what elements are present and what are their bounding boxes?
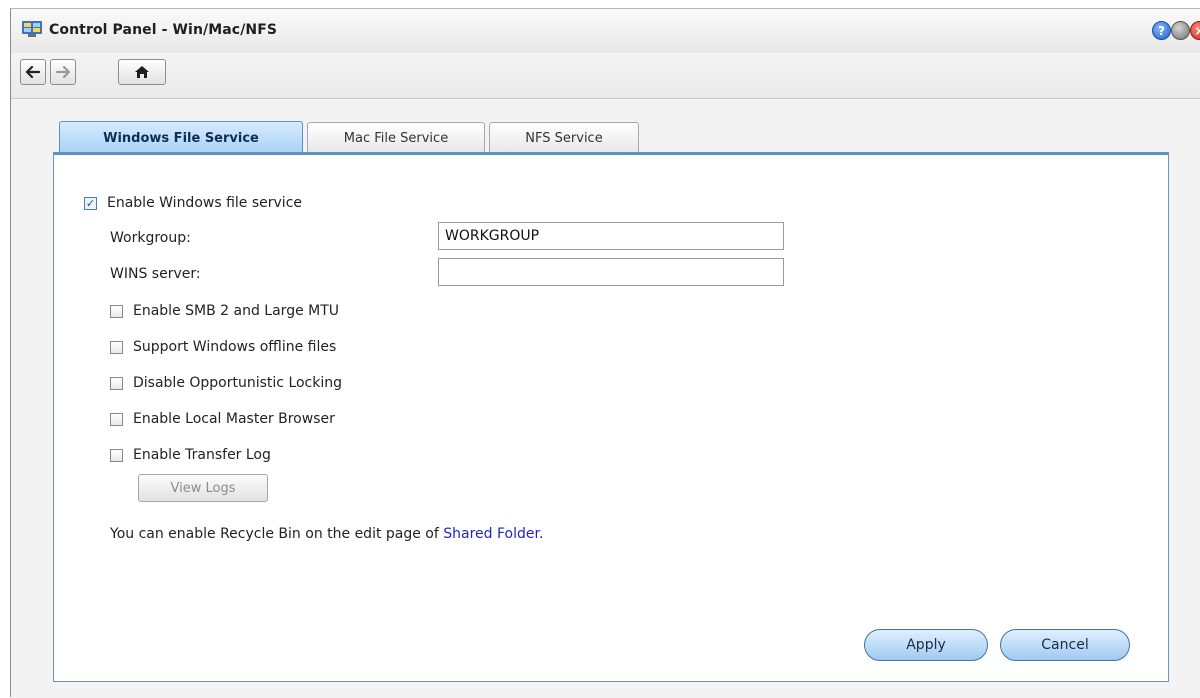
offline-files-label: Support Windows offline files xyxy=(133,339,337,355)
checkmark-icon: ✓ xyxy=(85,196,96,210)
shared-folder-link[interactable]: Shared Folder xyxy=(443,526,539,542)
local-master-browser-option-row[interactable]: Enable Local Master Browser xyxy=(110,411,335,427)
recycle-bin-note: You can enable Recycle Bin on the edit p… xyxy=(110,526,543,542)
oplock-option-row[interactable]: Disable Opportunistic Locking xyxy=(110,375,342,391)
arrow-right-icon xyxy=(56,66,70,78)
view-logs-button[interactable]: View Logs xyxy=(138,474,268,502)
forward-button[interactable] xyxy=(50,59,76,85)
wins-server-label: WINS server: xyxy=(110,266,201,282)
control-panel-window: Control Panel - Win/Mac/NFS ? × Windows … xyxy=(10,8,1200,698)
window-title: Control Panel - Win/Mac/NFS xyxy=(49,22,278,38)
minimize-icon[interactable] xyxy=(1171,21,1190,40)
local-master-browser-label: Enable Local Master Browser xyxy=(133,411,335,427)
content-area: Windows File Service Mac File Service NF… xyxy=(11,100,1200,698)
oplock-checkbox[interactable] xyxy=(110,376,123,390)
apply-button[interactable]: Apply xyxy=(864,629,988,661)
navigation-toolbar xyxy=(11,53,1200,99)
arrow-left-icon xyxy=(26,66,40,78)
control-panel-icon xyxy=(22,21,42,37)
offline-files-option-row[interactable]: Support Windows offline files xyxy=(110,339,336,355)
smb2-option-row[interactable]: Enable SMB 2 and Large MTU xyxy=(110,303,339,319)
tab-nfs-service[interactable]: NFS Service xyxy=(489,122,639,154)
smb2-checkbox[interactable] xyxy=(110,304,123,318)
home-button[interactable] xyxy=(118,59,166,85)
recycle-bin-note-text: You can enable Recycle Bin on the edit p… xyxy=(110,526,444,542)
cancel-button[interactable]: Cancel xyxy=(1000,629,1130,661)
transfer-log-label: Enable Transfer Log xyxy=(133,447,271,463)
recycle-bin-note-suffix: . xyxy=(538,526,544,542)
enable-windows-file-service-checkbox[interactable]: ✓ xyxy=(84,196,97,210)
settings-panel: ✓ Enable Windows file service Workgroup:… xyxy=(53,152,1169,682)
offline-files-checkbox[interactable] xyxy=(110,340,123,354)
help-icon[interactable]: ? xyxy=(1152,21,1171,40)
oplock-label: Disable Opportunistic Locking xyxy=(133,375,343,391)
wins-server-input[interactable] xyxy=(438,258,784,286)
local-master-browser-checkbox[interactable] xyxy=(110,412,123,426)
transfer-log-checkbox[interactable] xyxy=(110,448,123,462)
smb2-label: Enable SMB 2 and Large MTU xyxy=(133,303,340,319)
enable-windows-file-service-row[interactable]: ✓ Enable Windows file service xyxy=(84,195,302,211)
home-icon xyxy=(135,66,149,78)
enable-windows-file-service-label: Enable Windows file service xyxy=(107,195,303,211)
workgroup-input[interactable] xyxy=(438,222,784,250)
tab-windows-file-service[interactable]: Windows File Service xyxy=(59,121,303,154)
title-bar: Control Panel - Win/Mac/NFS ? × xyxy=(11,9,1200,53)
back-button[interactable] xyxy=(20,59,46,85)
transfer-log-option-row[interactable]: Enable Transfer Log xyxy=(110,447,271,463)
tab-mac-file-service[interactable]: Mac File Service xyxy=(307,122,485,154)
close-icon[interactable]: × xyxy=(1190,21,1200,40)
workgroup-label: Workgroup: xyxy=(110,230,191,246)
